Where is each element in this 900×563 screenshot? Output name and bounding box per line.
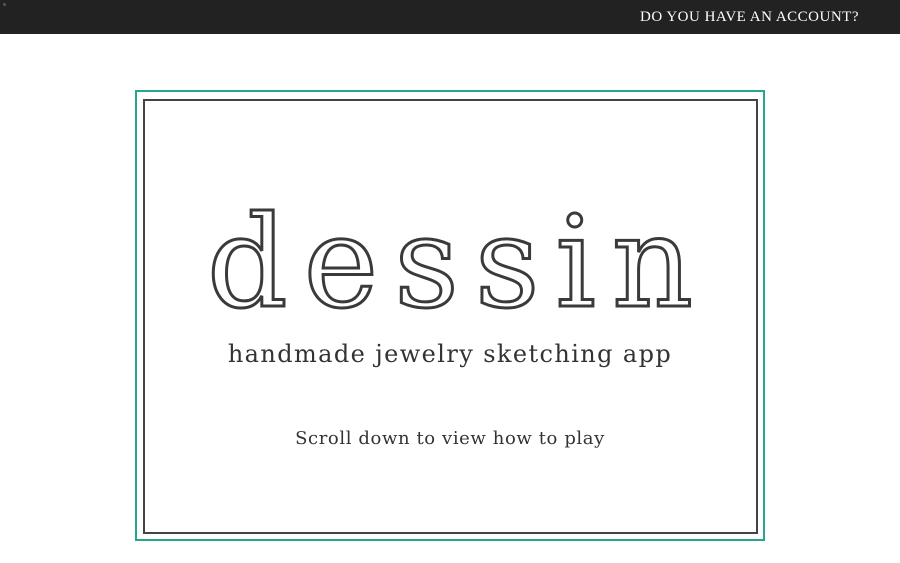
- corner-dot: [3, 3, 6, 6]
- scroll-hint: Scroll down to view how to play: [295, 428, 605, 449]
- logo-title: dessin: [206, 189, 709, 336]
- top-bar: DO YOU HAVE AN ACCOUNT?: [0, 0, 900, 34]
- tagline: handmade jewelry sketching app: [227, 340, 673, 368]
- account-link[interactable]: DO YOU HAVE AN ACCOUNT?: [640, 8, 859, 26]
